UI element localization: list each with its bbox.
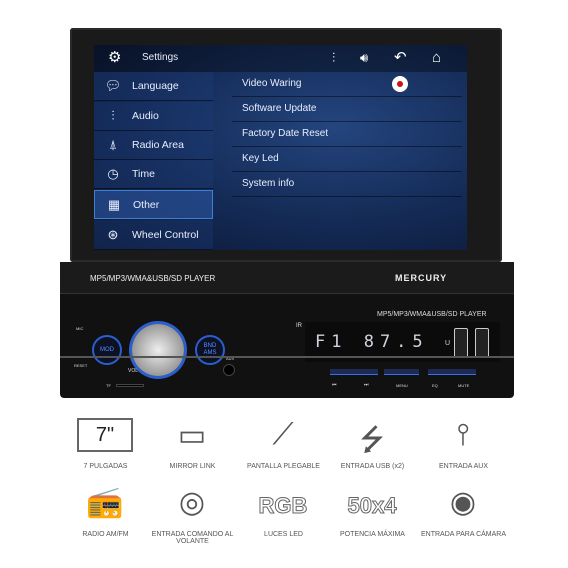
menu-item-radio-area[interactable]: ⍋ Radio Area bbox=[94, 131, 213, 160]
aux-jack-icon: ⫯ bbox=[456, 418, 470, 451]
feature-label: 7 PULGADAS bbox=[83, 463, 128, 470]
panel-label: MP5/MP3/WMA&USB/SD PLAYER bbox=[90, 274, 216, 283]
mod-label: MOD bbox=[100, 346, 114, 353]
aux-port[interactable] bbox=[223, 364, 235, 376]
eq-label: EQ bbox=[432, 383, 438, 388]
menu-item-wheel-control[interactable]: ⊛ Wheel Control bbox=[94, 220, 213, 250]
menu-label: Language bbox=[132, 80, 179, 92]
antenna-icon: ⍋ bbox=[109, 137, 117, 152]
usb-port-charge[interactable] bbox=[475, 328, 489, 358]
feature-label: ENTRADA AUX bbox=[438, 463, 488, 470]
home-icon[interactable]: ⌂ bbox=[432, 49, 441, 67]
option-system-info[interactable]: System info bbox=[232, 172, 462, 197]
screen-7-icon: 7" bbox=[77, 418, 133, 452]
equalizer-icon: ⫶ bbox=[111, 108, 115, 123]
steering-wheel-icon: ⊛ bbox=[107, 226, 119, 242]
mirror-link-icon: ▭ bbox=[177, 419, 207, 452]
reset-button[interactable]: RESET bbox=[74, 363, 87, 368]
feature-label: RADIO AM/FM bbox=[82, 531, 129, 538]
mod-button[interactable]: MOD bbox=[92, 335, 122, 365]
equalizer-icon[interactable]: ⫶ bbox=[332, 49, 335, 67]
menu-label: Audio bbox=[132, 110, 159, 122]
menu-label: Time bbox=[132, 168, 155, 180]
volume-knob[interactable] bbox=[132, 324, 184, 376]
menu-item-language[interactable]: 💬︎ Language bbox=[94, 72, 213, 101]
menu-item-time[interactable]: ◷ Time bbox=[94, 160, 213, 189]
prev-next-button[interactable] bbox=[330, 369, 378, 375]
option-software-update[interactable]: Software Update bbox=[232, 97, 462, 122]
vol-label: VOL bbox=[128, 368, 139, 374]
stereo-body: MP5/MP3/WMA&USB/SD PLAYER MERCURY MP5/MP… bbox=[60, 262, 514, 398]
usb-label: U bbox=[445, 340, 451, 347]
video-warning-toggle[interactable] bbox=[392, 76, 408, 92]
face-label: MP5/MP3/WMA&USB/SD PLAYER bbox=[377, 311, 487, 318]
menu-item-other[interactable]: ▦ Other bbox=[94, 190, 213, 219]
feature-label: ENTRADA COMANDO AL VOLANTE bbox=[151, 531, 234, 545]
page-title: Settings bbox=[142, 52, 179, 63]
camera-icon: ◉ bbox=[449, 486, 477, 519]
usb-icon: ⭍ bbox=[359, 424, 385, 457]
feature-label: MIRROR LINK bbox=[169, 463, 216, 470]
ir-label: IR bbox=[296, 323, 302, 329]
mute-label: MUTE bbox=[458, 383, 470, 388]
option-factory-reset[interactable]: Factory Date Reset bbox=[232, 122, 462, 147]
rgb-icon: RGB bbox=[258, 493, 308, 519]
divider bbox=[60, 356, 514, 358]
bnd-ams-button[interactable]: BND AMS bbox=[195, 335, 225, 365]
feature-label: PANTALLA PLEGABLE bbox=[247, 463, 320, 470]
gear-icon[interactable]: ⚙ bbox=[108, 49, 121, 67]
clock-icon: ◷ bbox=[107, 166, 119, 181]
menu-label: Wheel Control bbox=[132, 228, 199, 241]
eq-mute-button[interactable] bbox=[428, 369, 476, 375]
chat-icon: 💬︎ bbox=[104, 78, 122, 93]
feature-label: POTENCIA MÁXIMA bbox=[340, 531, 405, 538]
tf-label: TF bbox=[106, 383, 111, 388]
option-video-warning[interactable]: Video Waring bbox=[232, 72, 462, 97]
menu-label: Other bbox=[133, 198, 160, 211]
touch-screen: ⚙ Settings ⫶ 🔊︎ ↶ ⌂ 💬︎ Language ⫶ Audio ⍋ R… bbox=[94, 45, 467, 250]
radio-icon: 📻 bbox=[86, 486, 124, 519]
volume-icon[interactable]: 🔊︎ bbox=[360, 49, 368, 67]
feature-label: ENTRADA USB (x2) bbox=[340, 463, 405, 470]
feature-label: LUCES LED bbox=[264, 531, 303, 538]
grid-icon: ▦ bbox=[107, 196, 121, 212]
power-50x4-icon: 50x4 bbox=[347, 493, 397, 519]
mic-label: MIC bbox=[76, 326, 84, 331]
menu-label: Radio Area bbox=[132, 139, 184, 151]
top-bar: ⚙ Settings ⫶ 🔊︎ ↶ ⌂ bbox=[94, 45, 467, 72]
brand-logo: MERCURY bbox=[395, 273, 448, 283]
menu-label: MENU bbox=[396, 383, 408, 388]
prev-icon: ⏮ bbox=[332, 382, 337, 388]
tf-slot[interactable] bbox=[116, 384, 144, 387]
back-icon[interactable]: ↶ bbox=[394, 49, 407, 67]
menu-button[interactable] bbox=[384, 369, 419, 375]
folding-screen-icon: ⟋ bbox=[272, 418, 294, 451]
steering-wheel-icon: ◎ bbox=[178, 486, 206, 519]
option-key-led[interactable]: Key Led bbox=[232, 147, 462, 172]
feature-label: ENTRADA PARA CÁMARA bbox=[420, 531, 507, 538]
menu-item-audio[interactable]: ⫶ Audio bbox=[94, 102, 213, 131]
bnd-label: BND AMS bbox=[203, 343, 217, 356]
next-icon: ⏭ bbox=[364, 382, 369, 388]
usb-port[interactable] bbox=[454, 328, 468, 358]
upper-panel: MP5/MP3/WMA&USB/SD PLAYER MERCURY bbox=[60, 262, 514, 294]
